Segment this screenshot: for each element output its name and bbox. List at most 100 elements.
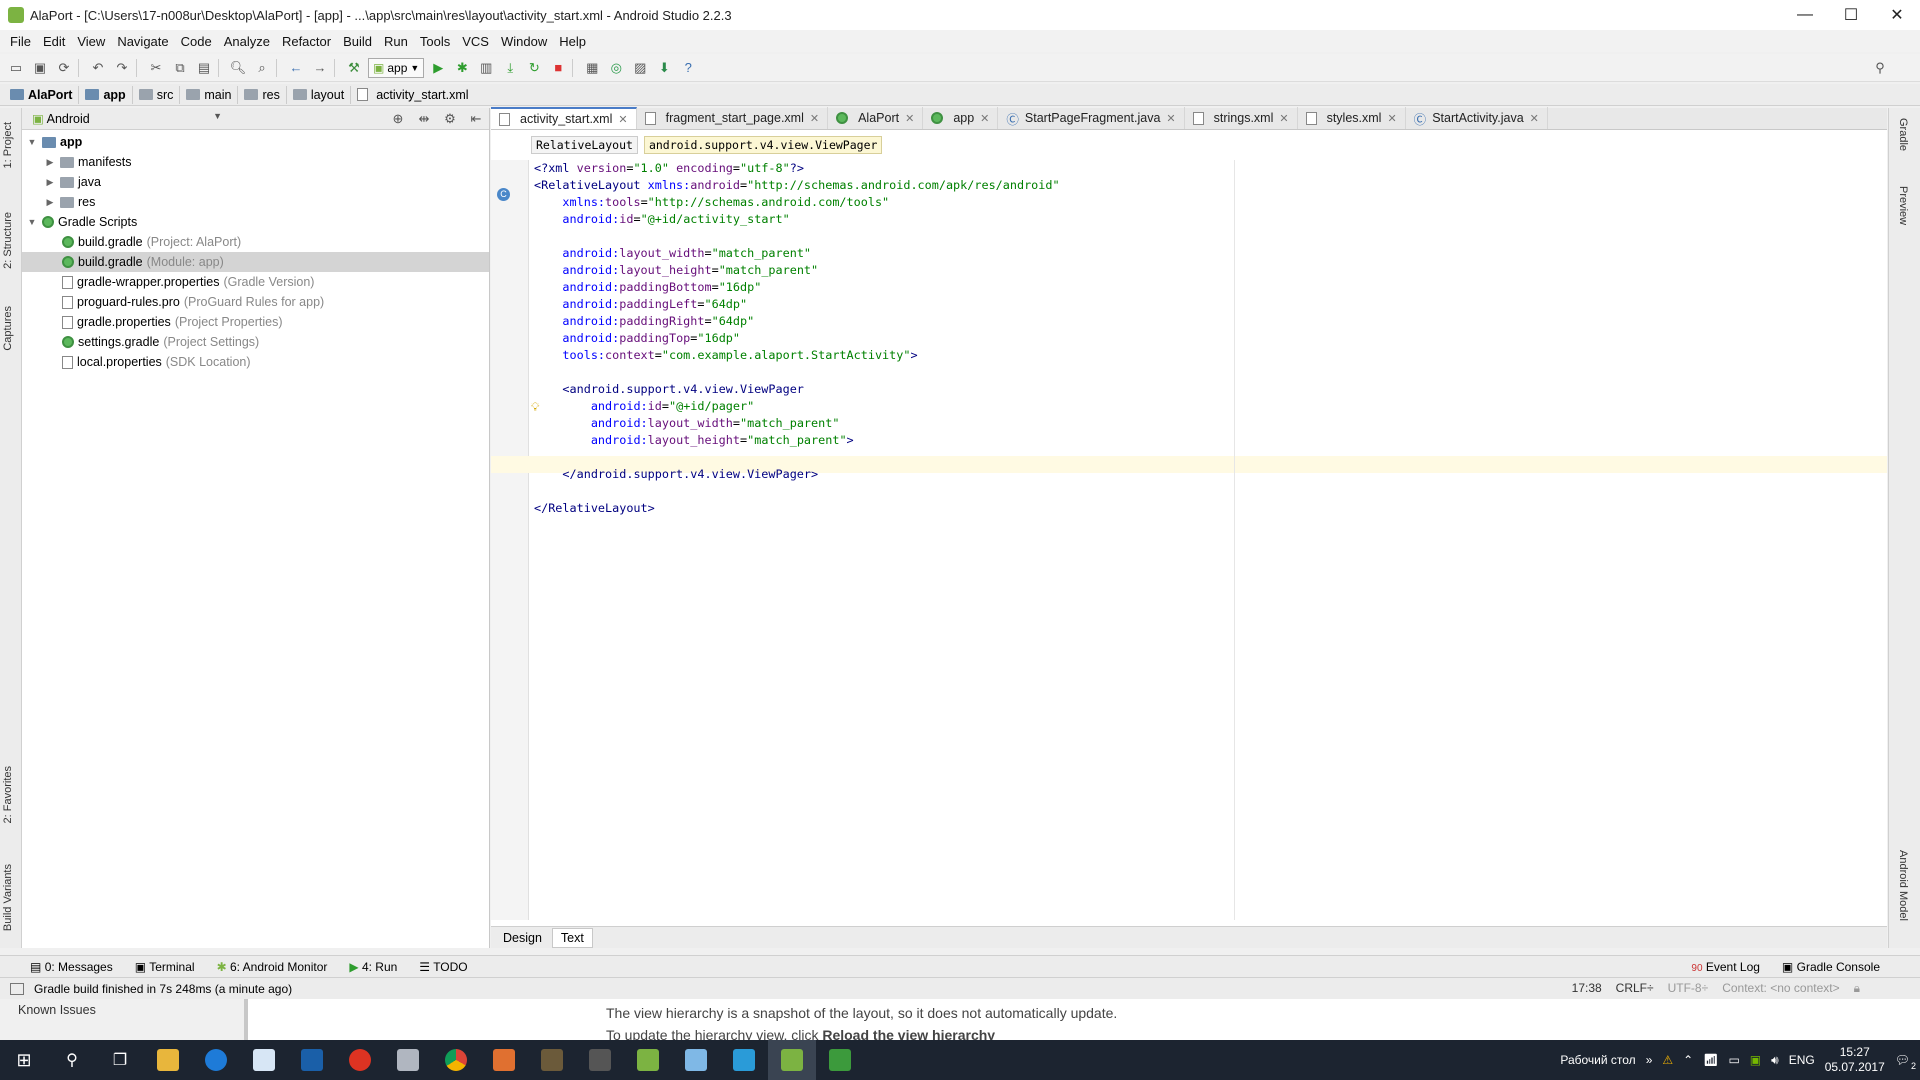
sync-icon[interactable]: ⟳ [54,58,74,78]
apply-changes-icon[interactable]: ⤓ [500,58,520,78]
tab-start-activity-java[interactable]: Ⓒ StartActivity.java ✕ [1406,107,1548,129]
taskbar-edge[interactable] [192,1040,240,1080]
tool-tab-run[interactable]: ▶ 4: Run [349,960,397,974]
sdk-manager-icon[interactable]: ⬇ [654,58,674,78]
tool-tab-favorites[interactable]: 2: Favorites [2,766,14,823]
run-icon[interactable]: ▶ [428,58,448,78]
close-tab-icon[interactable]: ✕ [1530,112,1539,125]
menu-view[interactable]: View [71,34,111,49]
tree-item-res[interactable]: ▶ res [22,192,489,212]
save-icon[interactable]: ▣ [30,58,50,78]
tree-item-java[interactable]: ▶ java [22,172,489,192]
breadcrumb-item[interactable]: layout [291,85,352,104]
tool-tab-gradle-console[interactable]: ▣ Gradle Console [1782,960,1880,974]
menu-build[interactable]: Build [337,34,378,49]
gradle-sync-icon[interactable]: ◎ [606,58,626,78]
taskbar-android-studio[interactable] [768,1040,816,1080]
clock[interactable]: 15:27 05.07.2017 [1825,1045,1885,1075]
paste-icon[interactable]: ▤ [194,58,214,78]
undo-icon[interactable]: ↶ [88,58,108,78]
breadcrumb-item[interactable]: AlaPort [8,85,80,104]
tree-item-manifests[interactable]: ▶ manifests [22,152,489,172]
forward-icon[interactable]: → [310,58,330,78]
tree-item-gradle-properties[interactable]: gradle.properties (Project Properties) [22,312,489,332]
tab-strings-xml[interactable]: strings.xml ✕ [1185,107,1298,129]
tree-item-app[interactable]: ▼ app [22,132,489,152]
taskbar-power[interactable] [336,1040,384,1080]
close-tab-icon[interactable]: ✕ [618,113,627,126]
tab-text[interactable]: Text [551,927,593,948]
replace-icon[interactable]: ⌕ [252,58,272,78]
chevron-up-icon[interactable]: ⌃ [1683,1053,1693,1067]
tab-fragment-start-page-xml[interactable]: fragment_start_page.xml ✕ [637,107,829,129]
breadcrumb-item[interactable]: main [184,85,239,104]
menu-run[interactable]: Run [378,34,414,49]
close-button[interactable]: ✕ [1874,0,1920,30]
tree-item-build-gradle-module[interactable]: build.gradle (Module: app) [22,252,489,272]
toggle-tool-windows-icon[interactable] [10,982,24,995]
menu-navigate[interactable]: Navigate [111,34,174,49]
tool-tab-terminal[interactable]: ▣ Terminal [135,960,195,974]
tab-design[interactable]: Design [495,929,550,947]
expanded-arrow-icon[interactable]: ▼ [26,217,38,227]
tab-activity-start-xml[interactable]: activity_start.xml ✕ [491,107,637,129]
breadcrumb-item[interactable]: res [242,85,287,104]
make-project-icon[interactable]: ⚒ [344,58,364,78]
warning-icon[interactable]: ⚠ [1662,1053,1673,1067]
close-tab-icon[interactable]: ✕ [905,112,914,125]
code-editor[interactable]: <?xml version="1.0" encoding="utf-8"?> <… [534,160,1060,517]
close-tab-icon[interactable]: ✕ [1279,112,1288,125]
known-issues-label[interactable]: Known Issues [0,999,248,1040]
notifications-icon[interactable]: 💬︎ 2 [1895,1053,1916,1071]
gpu-icon[interactable]: ▣ [1750,1053,1761,1067]
minimize-button[interactable]: — [1782,0,1828,30]
tree-item-build-gradle-project[interactable]: build.gradle (Project: AlaPort) [22,232,489,252]
project-view-select[interactable]: ▣ Android ▼ [32,111,222,126]
tree-item-gradle-wrapper[interactable]: gradle-wrapper.properties (Gradle Version… [22,272,489,292]
cut-icon[interactable]: ✂ [146,58,166,78]
volume-icon[interactable]: 🔊︎ [1771,1053,1779,1068]
breadcrumb-item[interactable]: activity_start.xml [355,86,474,104]
scroll-from-source-icon[interactable]: ⊕ [388,109,408,129]
avd-manager-icon[interactable]: ▦ [582,58,602,78]
taskbar-app-2[interactable] [384,1040,432,1080]
tool-tab-android-model[interactable]: Android Model [1897,850,1909,921]
redo-icon[interactable]: ↷ [112,58,132,78]
tree-item-proguard[interactable]: proguard-rules.pro (ProGuard Rules for ap… [22,292,489,312]
find-icon[interactable]: 🔍︎ [228,58,248,78]
taskbar-calculator[interactable] [576,1040,624,1080]
taskbar-notepad[interactable] [240,1040,288,1080]
search-button[interactable]: ⚲ [48,1040,96,1080]
menu-vcs[interactable]: VCS [456,34,495,49]
taskbar-app-8[interactable] [816,1040,864,1080]
maximize-button[interactable]: ☐ [1828,0,1874,30]
tool-tab-project[interactable]: 1: Project [2,122,14,168]
menu-tools[interactable]: Tools [414,34,456,49]
close-tab-icon[interactable]: ✕ [810,112,819,125]
tool-tab-messages[interactable]: ▤ 0: Messages [30,960,113,974]
taskbar-app-5[interactable] [624,1040,672,1080]
network-icon[interactable]: 📶︎ [1703,1053,1718,1067]
tab-styles-xml[interactable]: styles.xml ✕ [1298,107,1406,129]
language-indicator[interactable]: ENG [1789,1053,1815,1067]
collapsed-arrow-icon[interactable]: ▶ [44,177,56,188]
menu-analyze[interactable]: Analyze [218,34,276,49]
copy-icon[interactable]: ⧉ [170,58,190,78]
tool-tab-event-log[interactable]: 90 Event Log [1691,960,1760,974]
search-everywhere-icon[interactable]: ⚲ [1870,58,1890,78]
back-icon[interactable]: ← [286,58,306,78]
breadcrumb-item[interactable]: src [137,85,181,104]
close-tab-icon[interactable]: ✕ [1387,112,1396,125]
tool-tab-todo[interactable]: ☰ TODO [419,960,467,974]
tree-item-local-properties[interactable]: local.properties (SDK Location) [22,352,489,372]
line-separator[interactable]: CRLF÷ [1616,981,1654,996]
xml-crumb-view-pager[interactable]: android.support.v4.view.ViewPager [643,136,883,154]
debug-icon[interactable]: ✱ [452,58,472,78]
menu-code[interactable]: Code [175,34,218,49]
menu-window[interactable]: Window [495,34,553,49]
collapse-all-icon[interactable]: ⇹ [414,109,434,129]
menu-refactor[interactable]: Refactor [276,34,337,49]
taskbar-chrome[interactable] [432,1040,480,1080]
project-structure-icon[interactable]: ▨ [630,58,650,78]
taskbar-app-3[interactable] [480,1040,528,1080]
